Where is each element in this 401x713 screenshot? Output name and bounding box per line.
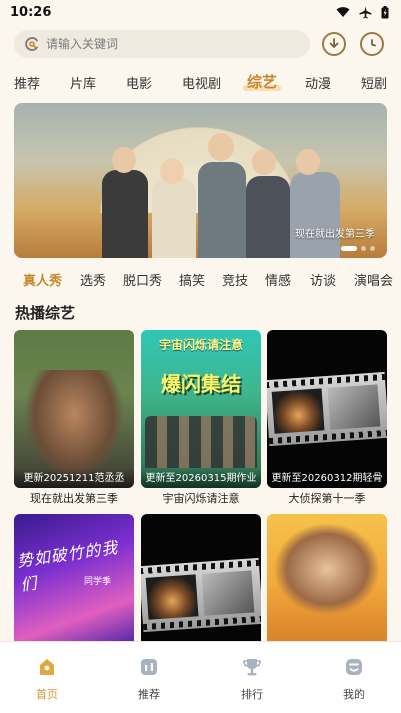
profile-icon	[346, 659, 362, 675]
poster-art	[275, 524, 379, 614]
carousel-dot-active	[341, 246, 357, 251]
show-poster	[267, 514, 387, 641]
banner-figure-head	[208, 133, 234, 161]
update-info: 更新20251211范丞丞	[14, 468, 134, 488]
clock-icon	[371, 39, 376, 47]
tab-movies[interactable]: 电影	[126, 73, 152, 92]
nav-profile[interactable]: 我的	[324, 656, 384, 702]
banner-figure	[246, 176, 290, 258]
subtab-concert[interactable]: 演唱会	[354, 270, 393, 289]
banner-figure-head	[112, 147, 136, 173]
nav-ranking[interactable]: 排行	[222, 656, 282, 702]
history-button[interactable]	[360, 32, 384, 56]
wifi-icon	[336, 7, 350, 17]
airplane-icon	[359, 6, 372, 18]
banner-figure-head	[296, 149, 320, 175]
subtab-comedy[interactable]: 搞笑	[179, 270, 205, 289]
search-icon	[25, 37, 38, 51]
poster-headline: 势如破竹的我们	[15, 537, 120, 595]
show-title: 宇宙闪烁请注意	[162, 492, 240, 505]
status-time: 10:26	[10, 4, 52, 20]
section-title: 热播综艺	[15, 304, 76, 322]
tab-anime[interactable]: 动漫	[305, 73, 331, 92]
tab-tv-series[interactable]: 电视剧	[182, 73, 221, 92]
battery-icon	[381, 5, 389, 18]
tab-short-drama[interactable]: 短剧	[361, 73, 387, 92]
banner-figure	[290, 172, 340, 258]
film-frame	[201, 570, 255, 616]
banner-figure-head	[160, 158, 184, 184]
search-input[interactable]	[46, 37, 286, 51]
tab-library[interactable]: 片库	[70, 73, 96, 92]
update-info: 更新至20260312期轻骨	[267, 468, 387, 488]
poster-logo: 宇宙闪烁请注意	[158, 338, 243, 352]
nav-label: 首页	[36, 688, 58, 701]
banner-figure	[152, 178, 196, 258]
nav-label: 我的	[343, 688, 365, 701]
sub-category-tabs: 真人秀 选秀 脱口秀 搞笑 竞技 情感 访谈 演唱会	[0, 270, 401, 290]
show-title: 现在就出发第三季	[30, 492, 118, 505]
poster-headline: 爆闪集结	[161, 372, 241, 396]
recommend-icon	[141, 659, 157, 675]
download-icon	[329, 38, 339, 48]
show-card[interactable]	[267, 514, 387, 641]
banner-caption: 现在就出发第三季	[295, 229, 375, 240]
search-bar[interactable]	[14, 30, 310, 58]
carousel-dot	[361, 246, 366, 251]
show-poster: 更新至20260312期轻骨	[267, 330, 387, 488]
carousel-dot	[370, 246, 375, 251]
nav-label: 排行	[241, 688, 263, 701]
download-button[interactable]	[322, 32, 346, 56]
banner-figure	[198, 162, 246, 258]
trophy-icon	[243, 659, 261, 676]
subtab-interview[interactable]: 访谈	[310, 270, 336, 289]
bottom-navigation: 首页 推荐 排行 我的	[0, 641, 401, 713]
update-info: 更新至20260315期作业	[141, 468, 261, 488]
show-card[interactable]: 势如破竹的我们 同学季	[14, 514, 134, 641]
show-poster: 更新20251211范丞丞	[14, 330, 134, 488]
home-icon	[40, 659, 54, 675]
show-card[interactable]: 更新至20260312期轻骨 大侦探第十一季	[267, 330, 387, 506]
film-strip-art	[267, 371, 387, 447]
nav-recommend[interactable]: 推荐	[119, 656, 179, 702]
show-card[interactable]: 更新20251211范丞丞 现在就出发第三季	[14, 330, 134, 506]
tab-recommend[interactable]: 推荐	[14, 73, 40, 92]
film-frame	[271, 388, 325, 434]
poster-subtitle: 同学季	[84, 577, 112, 587]
show-card[interactable]	[141, 514, 261, 641]
status-icons	[336, 5, 389, 19]
poster-art	[24, 370, 124, 480]
film-frame	[145, 574, 199, 620]
search-row	[14, 30, 387, 58]
tab-variety[interactable]: 综艺	[242, 71, 282, 92]
subtab-talk-show[interactable]: 脱口秀	[123, 270, 162, 289]
subtab-competition[interactable]: 竞技	[222, 270, 248, 289]
show-poster: 势如破竹的我们 同学季	[14, 514, 134, 641]
nav-home[interactable]: 首页	[17, 656, 77, 702]
poster-art	[145, 416, 257, 468]
category-tabs: 推荐 片库 电影 电视剧 综艺 动漫 短剧	[0, 68, 401, 94]
show-title: 大侦探第十一季	[288, 492, 366, 505]
show-poster	[141, 514, 261, 641]
subtab-romance[interactable]: 情感	[265, 270, 291, 289]
banner-figure	[102, 170, 148, 258]
status-bar: 10:26	[0, 0, 401, 24]
film-strip-art	[141, 557, 261, 633]
banner-carousel[interactable]: 现在就出发第三季	[14, 103, 387, 258]
film-frame	[327, 384, 381, 430]
show-card[interactable]: 宇宙闪烁请注意 爆闪集结 更新至20260315期作业 宇宙闪烁请注意	[141, 330, 261, 506]
subtab-reality[interactable]: 真人秀	[23, 270, 62, 289]
banner-figure-head	[252, 149, 276, 175]
show-poster: 宇宙闪烁请注意 爆闪集结 更新至20260315期作业	[141, 330, 261, 488]
nav-label: 推荐	[138, 688, 160, 701]
subtab-talent[interactable]: 选秀	[80, 270, 106, 289]
carousel-indicator	[341, 246, 375, 251]
